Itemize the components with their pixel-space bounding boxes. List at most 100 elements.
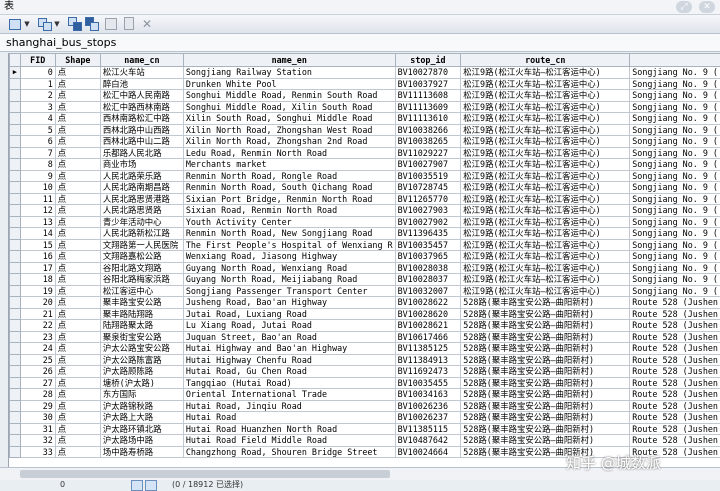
row-selector[interactable]	[10, 389, 21, 401]
cell-shape[interactable]: 点	[55, 147, 100, 159]
cell-name-cn[interactable]: 乐都路人民北路	[100, 147, 183, 159]
cell-fid[interactable]: 27	[20, 377, 55, 389]
cell-route-cn[interactable]: 528路(聚丰路宝安公路—曲阳新村)	[461, 389, 630, 401]
table-row[interactable]: 32点沪太路场中路Hutai Road Field Middle RoadBV1…	[10, 435, 720, 447]
cell-route-en[interactable]: Songjiang No. 9 (	[630, 251, 720, 263]
cell-name-en[interactable]: Ledu Road, Renmin North Road	[183, 147, 395, 159]
table-row[interactable]: 23点聚泉街宝安公路Juquan Street, Bao'an RoadBV10…	[10, 331, 720, 343]
row-selector[interactable]	[10, 239, 21, 251]
cell-shape[interactable]: 点	[55, 159, 100, 171]
cell-stop-id[interactable]: BV11113608	[395, 90, 461, 102]
cell-stop-id[interactable]: BV11029227	[395, 147, 461, 159]
cell-route-cn[interactable]: 松江9路(松江火车站—松江客运中心)	[461, 113, 630, 125]
cell-route-en[interactable]: Songjiang No. 9 (	[630, 90, 720, 102]
row-selector[interactable]	[10, 90, 21, 102]
cell-name-en[interactable]: Guyang North Road, Wenxiang Road	[183, 262, 395, 274]
row-selector[interactable]	[10, 297, 21, 309]
cell-route-cn[interactable]: 528路(聚丰路宝安公路—曲阳新村)	[461, 377, 630, 389]
row-selector[interactable]	[10, 251, 21, 263]
cell-stop-id[interactable]: BV10032007	[395, 285, 461, 297]
cell-shape[interactable]: 点	[55, 320, 100, 332]
table-row[interactable]: 10点人民北路南期昌路Renmin North Road, South Qich…	[10, 182, 720, 194]
cell-route-en[interactable]: Songjiang No. 9 (	[630, 136, 720, 148]
cell-stop-id[interactable]: BV10028622	[395, 297, 461, 309]
cell-name-cn[interactable]: 沪太路场中路	[100, 435, 183, 447]
cell-route-en[interactable]: Songjiang No. 9 (	[630, 78, 720, 90]
cell-name-en[interactable]: Hutai Highway and Bao'an Highway	[183, 343, 395, 355]
cell-fid[interactable]: 4	[20, 113, 55, 125]
cell-route-en[interactable]: Route 528 (Jushen	[630, 320, 720, 332]
row-selector[interactable]	[10, 366, 21, 378]
cell-name-cn[interactable]: 场中路寿桥路	[100, 446, 183, 458]
cell-name-cn[interactable]: 东方国际	[100, 389, 183, 401]
cell-route-cn[interactable]: 松江9路(松江火车站—松江客运中心)	[461, 78, 630, 90]
cell-shape[interactable]: 点	[55, 423, 100, 435]
cell-name-cn[interactable]: 沪太路上大路	[100, 412, 183, 424]
cell-route-cn[interactable]: 528路(聚丰路宝安公路—曲阳新村)	[461, 354, 630, 366]
cell-name-cn[interactable]: 青少年活动中心	[100, 216, 183, 228]
cell-name-en[interactable]: Hutai Highway Chenfu Road	[183, 354, 395, 366]
cell-name-cn[interactable]: 沪太路锦秋路	[100, 400, 183, 412]
cell-shape[interactable]: 点	[55, 113, 100, 125]
cell-fid[interactable]: 9	[20, 170, 55, 182]
delete-selected-icon[interactable]: ✕	[140, 17, 154, 31]
cell-shape[interactable]: 点	[55, 366, 100, 378]
table-row[interactable]: 11点人民北路思贤港路Sixian Port Bridge, Renmin No…	[10, 193, 720, 205]
cell-stop-id[interactable]: BV11396435	[395, 228, 461, 240]
cell-name-en[interactable]: Sixian Road, Renmin North Road	[183, 205, 395, 217]
cell-shape[interactable]: 点	[55, 67, 100, 79]
cell-fid[interactable]: 2	[20, 90, 55, 102]
cell-route-cn[interactable]: 松江9路(松江火车站—松江客运中心)	[461, 193, 630, 205]
cell-route-cn[interactable]: 松江9路(松江火车站—松江客运中心)	[461, 136, 630, 148]
cell-route-cn[interactable]: 528路(聚丰路宝安公路—曲阳新村)	[461, 435, 630, 447]
cell-shape[interactable]: 点	[55, 182, 100, 194]
cell-route-en[interactable]: Route 528 (Jushen	[630, 297, 720, 309]
cell-shape[interactable]: 点	[55, 239, 100, 251]
table-row[interactable]: 26点沪太路顾陈路Hutai Road, Gu Chen RoadBV11692…	[10, 366, 720, 378]
cell-fid[interactable]: 6	[20, 136, 55, 148]
cell-name-en[interactable]: Juquan Street, Bao'an Road	[183, 331, 395, 343]
cell-shape[interactable]: 点	[55, 308, 100, 320]
cell-shape[interactable]: 点	[55, 377, 100, 389]
cell-name-en[interactable]: Oriental International Trade	[183, 389, 395, 401]
column-header-name-en[interactable]: name_en	[183, 54, 395, 67]
cell-stop-id[interactable]: BV10038266	[395, 124, 461, 136]
cell-name-cn[interactable]: 松江火车站	[100, 67, 183, 79]
show-selected-records-icon[interactable]	[145, 480, 157, 491]
cell-shape[interactable]: 点	[55, 124, 100, 136]
cell-name-cn[interactable]: 松江客运中心	[100, 285, 183, 297]
row-selector[interactable]	[10, 331, 21, 343]
cell-fid[interactable]: 22	[20, 320, 55, 332]
cell-route-en[interactable]: Route 528 (Jushen	[630, 308, 720, 320]
cell-name-en[interactable]: Xilin South Road, Songhui Middle Road	[183, 113, 395, 125]
row-selector[interactable]	[10, 170, 21, 182]
cell-name-en[interactable]: Songjiang Railway Station	[183, 67, 395, 79]
current-row-indicator-icon[interactable]: ▶	[10, 67, 21, 79]
cell-fid[interactable]: 10	[20, 182, 55, 194]
cell-name-en[interactable]: Hutai Road Huanzhen North Road	[183, 423, 395, 435]
table-tab[interactable]: shanghai_bus_stops	[0, 34, 720, 52]
cell-route-cn[interactable]: 528路(聚丰路宝安公路—曲阳新村)	[461, 343, 630, 355]
cell-route-cn[interactable]: 528路(聚丰路宝安公路—曲阳新村)	[461, 412, 630, 424]
cell-shape[interactable]: 点	[55, 274, 100, 286]
cell-route-en[interactable]: Route 528 (Jushen	[630, 412, 720, 424]
cell-name-cn[interactable]: 松汇中路西林南路	[100, 101, 183, 113]
table-row[interactable]: 2点松汇中路人民南路Songhui Middle Road, Renmin So…	[10, 90, 720, 102]
cell-name-cn[interactable]: 聚丰路宝安公路	[100, 297, 183, 309]
cell-route-en[interactable]: Songjiang No. 9 (	[630, 216, 720, 228]
cell-route-en[interactable]: Songjiang No. 9 (	[630, 113, 720, 125]
cell-shape[interactable]: 点	[55, 78, 100, 90]
cell-name-cn[interactable]: 文翔路第一人民医院	[100, 239, 183, 251]
cell-shape[interactable]: 点	[55, 90, 100, 102]
row-selector[interactable]	[10, 400, 21, 412]
row-selector[interactable]	[10, 124, 21, 136]
table-row[interactable]: 13点青少年活动中心Youth Activity CenterBV1002790…	[10, 216, 720, 228]
cell-name-en[interactable]: Xilin North Road, Zhongshan 2nd Road	[183, 136, 395, 148]
row-selector[interactable]	[10, 216, 21, 228]
row-selector[interactable]	[10, 423, 21, 435]
cell-name-cn[interactable]: 人民北路荣乐路	[100, 170, 183, 182]
table-row[interactable]: 28点东方国际Oriental International TradeBV100…	[10, 389, 720, 401]
cell-stop-id[interactable]: BV10028038	[395, 262, 461, 274]
cell-route-cn[interactable]: 松江9路(松江火车站—松江客运中心)	[461, 182, 630, 194]
table-row[interactable]: 20点聚丰路宝安公路Jusheng Road, Bao'an HighwayBV…	[10, 297, 720, 309]
